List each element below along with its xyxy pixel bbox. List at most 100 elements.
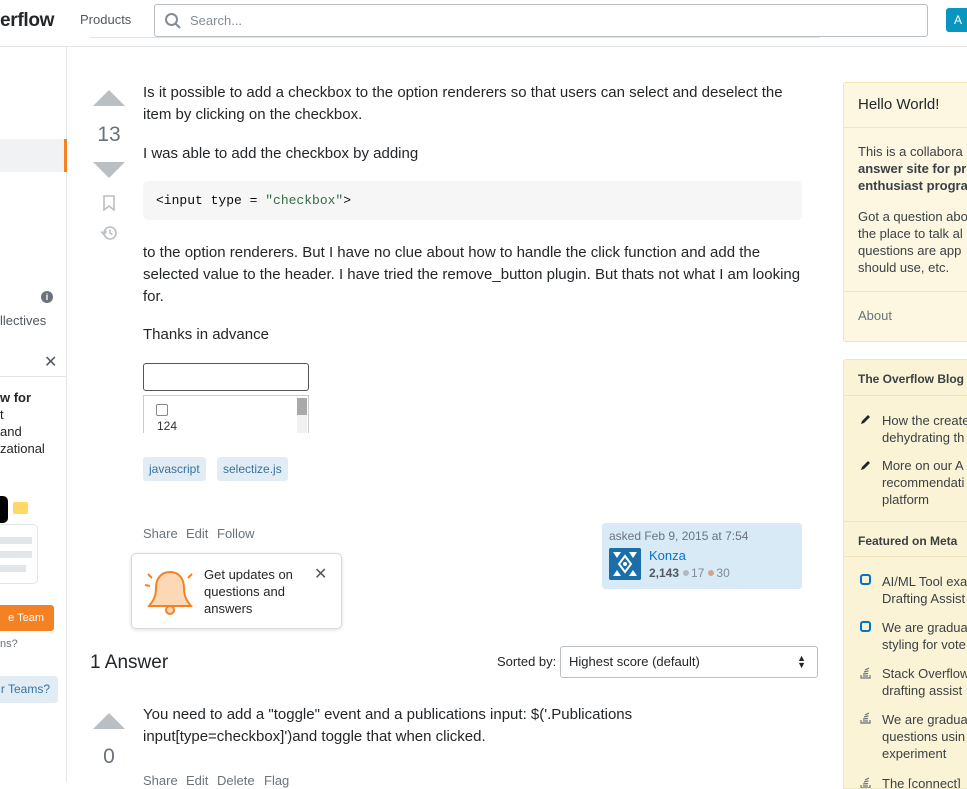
- sidebar-item-questions[interactable]: [0, 139, 67, 172]
- promo-title: w for: [0, 390, 32, 405]
- answer-upvote-button[interactable]: [93, 713, 125, 729]
- close-icon[interactable]: ✕: [44, 352, 57, 372]
- bell-icon: [144, 570, 194, 615]
- sort-label: Sorted by:: [497, 654, 557, 669]
- text-line: experiment: [882, 746, 947, 761]
- popover-text: Get updates on questions and answers: [204, 567, 293, 616]
- answers-heading: 1 Answer: [90, 652, 169, 673]
- info-icon[interactable]: i: [41, 291, 53, 303]
- text-line: dehydrating th: [882, 430, 965, 445]
- sort-select[interactable]: Highest score (default) ▲ ▼: [560, 646, 818, 678]
- question-paragraph: Is it possible to add a checkbox to the …: [143, 84, 783, 123]
- text-line: The [connect]: [882, 776, 961, 789]
- create-team-button[interactable]: e Team: [0, 605, 54, 631]
- teams-question-text: ns?: [0, 638, 18, 650]
- why-teams-button[interactable]: r Teams?: [0, 676, 58, 703]
- answer-delete-link[interactable]: Delete: [217, 773, 255, 788]
- user-name-link[interactable]: Konza: [649, 548, 686, 563]
- code-block: <input type = "checkbox">: [143, 181, 802, 220]
- meta-item[interactable]: We are gradua questions usin experiment: [882, 711, 967, 762]
- text-line: recommendati: [882, 475, 965, 490]
- answer-score: 0: [103, 745, 115, 768]
- text-line: Got a question abo: [858, 209, 967, 224]
- code-string: "checkbox": [265, 193, 344, 208]
- follow-link[interactable]: Follow: [217, 526, 255, 541]
- reputation-value: 2,143: [649, 566, 680, 580]
- text-line: should use, etc.: [858, 260, 950, 275]
- promo-line: and: [0, 424, 22, 439]
- asked-timestamp: asked Feb 9, 2015 at 7:54: [609, 529, 749, 543]
- meta-header: Featured on Meta: [844, 521, 967, 557]
- nav-products-link[interactable]: Products: [80, 12, 131, 27]
- pencil-icon: [861, 461, 870, 470]
- share-link[interactable]: Share: [143, 526, 178, 541]
- avatar[interactable]: [609, 548, 641, 580]
- identicon-icon: [609, 548, 641, 580]
- image-option-value: 124: [157, 419, 178, 433]
- bronze-badge-icon: [708, 570, 715, 577]
- about-link[interactable]: About: [858, 308, 892, 323]
- search-icon: [165, 13, 181, 29]
- question-screenshot-image[interactable]: 124: [143, 363, 309, 433]
- hello-world-box: Hello World! This is a collabora answer …: [843, 82, 967, 342]
- text-line: questions usin: [882, 729, 966, 744]
- divider: [844, 291, 967, 292]
- sort-selected-value: Highest score (default): [569, 654, 700, 669]
- bronze-badge-count: 30: [716, 566, 730, 580]
- text-line: We are gradua: [882, 620, 967, 635]
- meta-item[interactable]: AI/ML Tool exa Drafting Assist: [882, 573, 967, 607]
- upvote-button[interactable]: [93, 90, 125, 106]
- divider: [844, 127, 967, 128]
- edit-link[interactable]: Edit: [186, 526, 208, 541]
- text-line: drafting assist: [882, 683, 963, 698]
- text-line: How the create: [882, 413, 967, 428]
- downvote-button[interactable]: [93, 162, 125, 178]
- follow-popover: Get updates on questions and answers ✕: [131, 553, 342, 629]
- user-card: asked Feb 9, 2015 at 7:54 Konza 2,143 17 3…: [602, 523, 802, 589]
- header-divider: [90, 37, 820, 38]
- stackoverflow-icon: [860, 777, 871, 788]
- answer-edit-link[interactable]: Edit: [186, 773, 208, 788]
- text-line: We are gradua: [882, 712, 967, 727]
- bookmark-icon[interactable]: [103, 195, 115, 211]
- promo-illustration: [0, 496, 8, 523]
- close-icon[interactable]: ✕: [314, 564, 327, 584]
- question-paragraph: I was able to add the checkbox by adding: [143, 145, 419, 162]
- text-line: AI/ML Tool exa: [882, 574, 967, 589]
- answer-text: You need to add a "toggle" event and a p…: [143, 706, 633, 745]
- code-text: >: [343, 193, 352, 208]
- meta-item[interactable]: The [connect]: [882, 775, 967, 789]
- search-input[interactable]: [188, 5, 908, 36]
- user-avatar-button[interactable]: A: [946, 8, 967, 32]
- text-line: More on our A: [882, 458, 964, 473]
- answer-flag-link[interactable]: Flag: [264, 773, 289, 788]
- meta-item[interactable]: Stack Overflow drafting assist: [882, 665, 967, 699]
- search-box[interactable]: [154, 4, 928, 37]
- meta-item[interactable]: We are gradua styling for vote: [882, 619, 967, 653]
- question-score: 13: [97, 123, 121, 146]
- history-icon[interactable]: [100, 225, 118, 241]
- image-checkbox: [156, 404, 168, 416]
- meta-bubble-icon: [860, 574, 871, 585]
- blog-header: The Overflow Blog: [844, 360, 967, 396]
- code-text: <input type =: [156, 193, 266, 208]
- stackoverflow-icon: [860, 712, 871, 724]
- text-line: answer site for pro: [858, 161, 967, 176]
- sidebar-collectives-label[interactable]: llectives: [0, 313, 46, 328]
- image-select-input: [143, 363, 309, 391]
- sort-caret-icon: ▲ ▼: [797, 653, 806, 670]
- site-logo[interactable]: erflow: [0, 10, 54, 32]
- pencil-icon: [861, 415, 870, 424]
- blog-item[interactable]: How the create dehydrating th: [882, 412, 967, 446]
- meta-bubble-icon: [860, 621, 871, 632]
- text-line: questions are app: [858, 243, 962, 258]
- silver-badge-count: 17: [691, 566, 705, 580]
- image-scroll-thumb: [297, 398, 307, 415]
- tag-javascript[interactable]: javascript: [143, 457, 206, 481]
- text-line: enthusiast progra: [858, 178, 967, 193]
- blog-item[interactable]: More on our A recommendati platform: [882, 457, 967, 508]
- hello-question-info: Got a question abo the place to talk al …: [858, 208, 967, 276]
- answer-share-link[interactable]: Share: [143, 773, 178, 788]
- tag-selectize[interactable]: selectize.js: [217, 457, 288, 481]
- image-dropdown-list: 124: [143, 395, 309, 433]
